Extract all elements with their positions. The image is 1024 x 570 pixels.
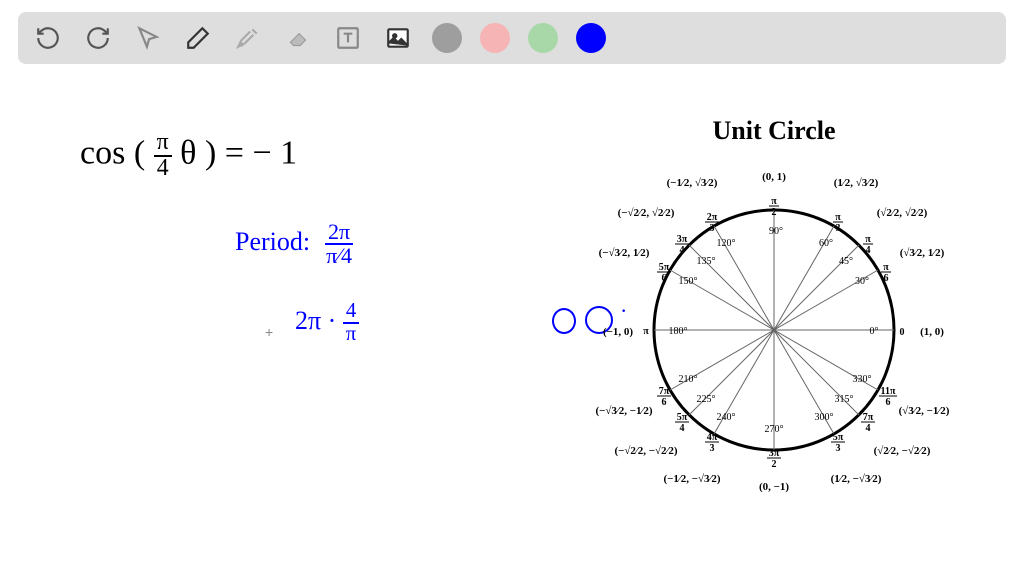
svg-text:135°: 135° [697, 256, 716, 267]
color-gray[interactable] [432, 23, 462, 53]
toolbar [18, 12, 1006, 64]
svg-text:150°: 150° [679, 276, 698, 287]
svg-text:(1, 0): (1, 0) [920, 326, 944, 338]
svg-text:3: 3 [710, 223, 715, 234]
svg-text:315°: 315° [835, 394, 854, 405]
equation-main: cos ( π4 θ ) = − 1 [80, 131, 297, 181]
svg-text:3: 3 [836, 223, 841, 234]
svg-text:(−√3⁄2, −1⁄2): (−√3⁄2, −1⁄2) [595, 405, 652, 417]
cursor-crosshair: + [265, 324, 273, 340]
svg-text:3π: 3π [677, 234, 688, 245]
svg-text:(−1⁄2, √3⁄2): (−1⁄2, √3⁄2) [667, 177, 718, 189]
svg-text:6: 6 [884, 273, 889, 284]
drawing-canvas[interactable]: cos ( π4 θ ) = − 1 Period: 2ππ⁄4 2π · 4π… [0, 76, 1024, 558]
svg-text:45°: 45° [839, 256, 853, 267]
svg-text:4: 4 [866, 423, 871, 434]
svg-text:60°: 60° [819, 238, 833, 249]
svg-text:(1⁄2, √3⁄2): (1⁄2, √3⁄2) [834, 177, 879, 189]
simplify-annotation: 2π · 4π [295, 301, 359, 345]
svg-text:(−1⁄2, −√3⁄2): (−1⁄2, −√3⁄2) [663, 473, 720, 485]
svg-text:(1⁄2, −√3⁄2): (1⁄2, −√3⁄2) [831, 473, 882, 485]
annotation-circle-1 [552, 308, 576, 334]
svg-text:4: 4 [680, 245, 685, 256]
svg-text:π: π [865, 234, 871, 245]
text-tool[interactable] [332, 22, 364, 54]
svg-text:3π: 3π [769, 448, 780, 459]
svg-text:(−1, 0): (−1, 0) [603, 326, 633, 338]
svg-text:4π: 4π [707, 432, 718, 443]
svg-text:240°: 240° [717, 412, 736, 423]
pencil-tool[interactable] [182, 22, 214, 54]
svg-text:2: 2 [772, 459, 777, 470]
svg-text:(0, 1): (0, 1) [762, 171, 786, 183]
svg-text:225°: 225° [697, 394, 716, 405]
svg-text:0: 0 [900, 327, 905, 338]
svg-text:90°: 90° [769, 226, 783, 237]
svg-text:5π: 5π [833, 432, 844, 443]
svg-text:6: 6 [662, 397, 667, 408]
svg-text:π: π [771, 196, 777, 207]
svg-text:(0, −1): (0, −1) [759, 481, 789, 493]
tools-icon[interactable] [232, 22, 264, 54]
pointer-tool[interactable] [132, 22, 164, 54]
svg-text:3: 3 [836, 443, 841, 454]
color-green[interactable] [528, 23, 558, 53]
period-annotation: Period: 2ππ⁄4 [235, 221, 355, 267]
svg-text:5π: 5π [659, 262, 670, 273]
svg-text:4: 4 [680, 423, 685, 434]
undo-button[interactable] [32, 22, 64, 54]
unit-circle-title: Unit Circle [584, 116, 964, 146]
redo-button[interactable] [82, 22, 114, 54]
svg-text:7π: 7π [863, 412, 874, 423]
svg-text:30°: 30° [855, 276, 869, 287]
svg-text:(√2⁄2, −√2⁄2): (√2⁄2, −√2⁄2) [874, 445, 931, 457]
svg-text:180°: 180° [669, 326, 688, 337]
svg-text:π: π [883, 262, 889, 273]
image-tool[interactable] [382, 22, 414, 54]
svg-text:120°: 120° [717, 238, 736, 249]
svg-text:6: 6 [662, 273, 667, 284]
svg-text:(−√3⁄2, 1⁄2): (−√3⁄2, 1⁄2) [599, 247, 650, 259]
svg-text:(−√2⁄2, −√2⁄2): (−√2⁄2, −√2⁄2) [614, 445, 677, 457]
svg-text:(√3⁄2, 1⁄2): (√3⁄2, 1⁄2) [900, 247, 945, 259]
svg-text:0°: 0° [870, 326, 879, 337]
unit-circle-image: Unit Circle 0° 30° [584, 116, 964, 510]
svg-text:11π: 11π [881, 386, 896, 397]
color-blue[interactable] [576, 23, 606, 53]
svg-text:(√3⁄2, −1⁄2): (√3⁄2, −1⁄2) [899, 405, 950, 417]
svg-text:π: π [643, 326, 649, 337]
svg-text:2π: 2π [707, 212, 718, 223]
svg-text:6: 6 [886, 397, 891, 408]
svg-text:(√2⁄2, √2⁄2): (√2⁄2, √2⁄2) [877, 207, 928, 219]
svg-text:2: 2 [772, 207, 777, 218]
svg-text:300°: 300° [815, 412, 834, 423]
color-pink[interactable] [480, 23, 510, 53]
svg-text:π: π [835, 212, 841, 223]
svg-text:210°: 210° [679, 374, 698, 385]
svg-text:4: 4 [866, 245, 871, 256]
eraser-tool[interactable] [282, 22, 314, 54]
svg-text:5π: 5π [677, 412, 688, 423]
svg-text:330°: 330° [853, 374, 872, 385]
svg-text:270°: 270° [765, 424, 784, 435]
svg-text:7π: 7π [659, 386, 670, 397]
svg-text:3: 3 [710, 443, 715, 454]
svg-text:(−√2⁄2, √2⁄2): (−√2⁄2, √2⁄2) [618, 207, 675, 219]
unit-circle-svg: 0° 30° 45° 60° 90° 120° 135° 150° 180° 2… [594, 150, 954, 510]
